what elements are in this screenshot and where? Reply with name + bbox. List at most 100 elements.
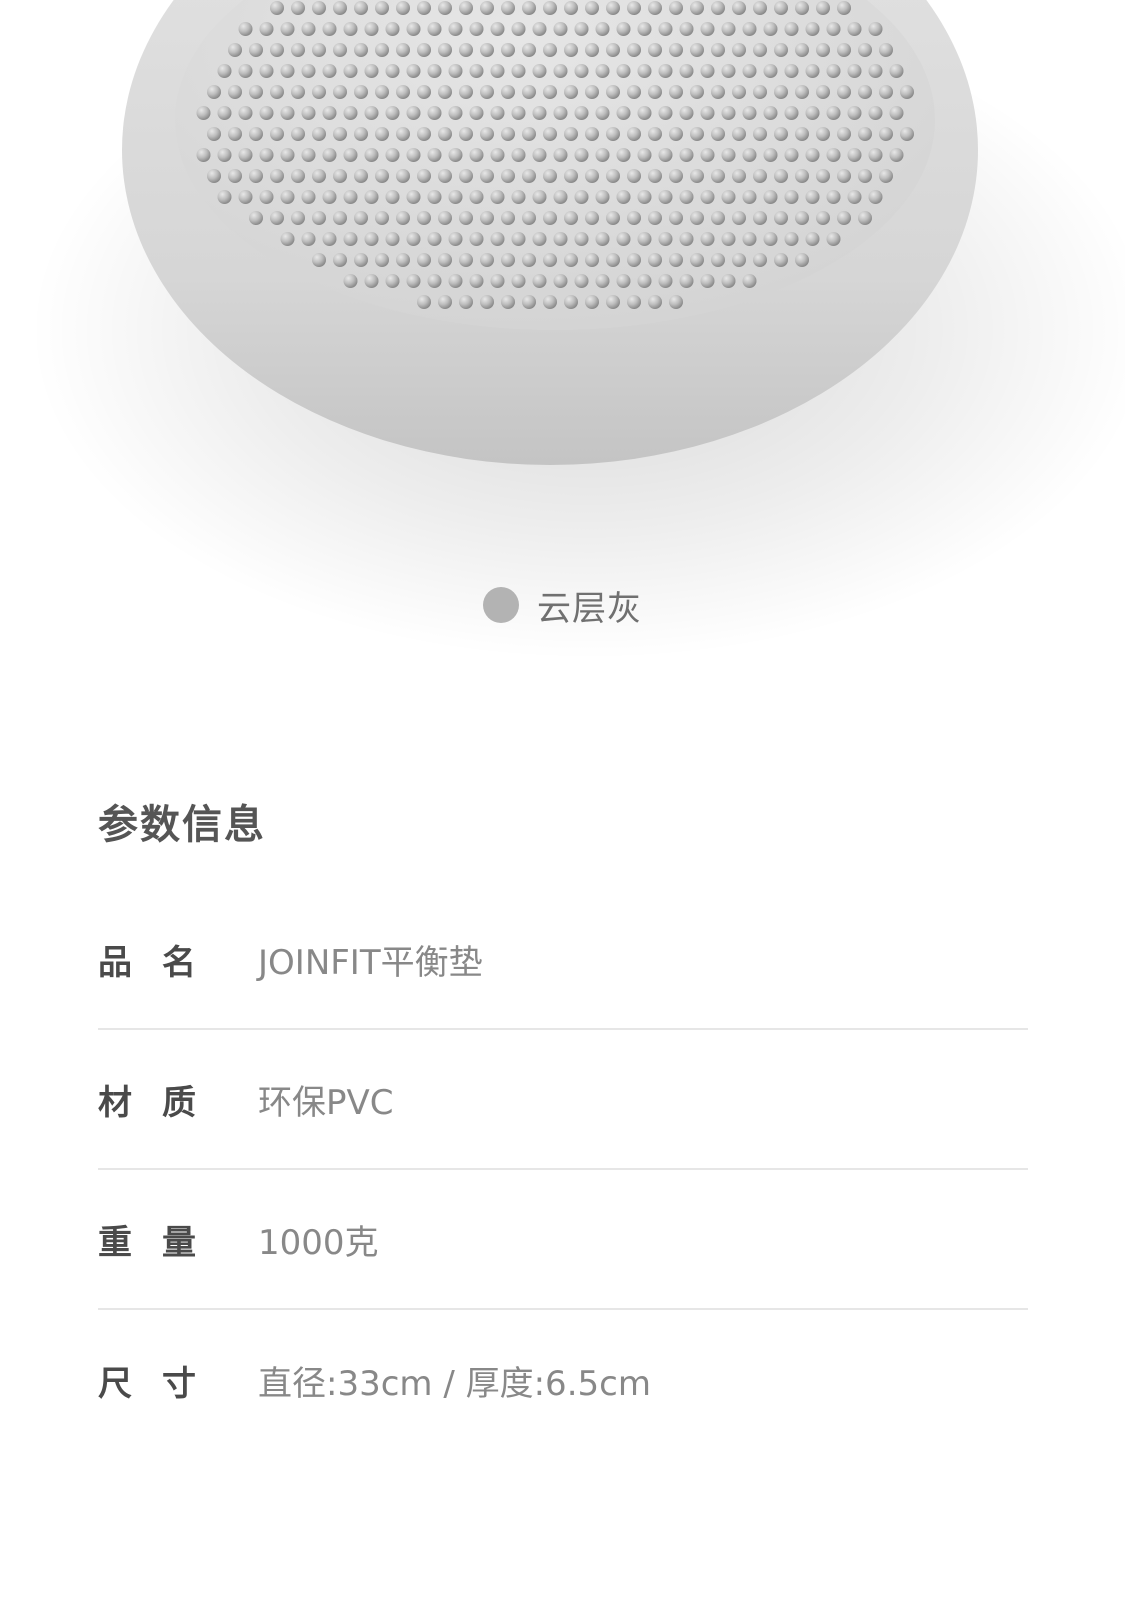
cushion-bump (238, 190, 253, 204)
cushion-bump (396, 1, 410, 15)
cushion-bump (564, 43, 578, 57)
cushion-bump (501, 169, 515, 183)
cushion-bump (480, 85, 494, 99)
cushion-bump (385, 274, 400, 288)
cushion-bump (627, 43, 641, 57)
cushion-bump (679, 64, 694, 78)
cushion-bump (511, 64, 526, 78)
cushion-bump (585, 253, 599, 267)
cushion-bump (627, 1, 641, 15)
cushion-bump (574, 274, 589, 288)
cushion-bump (658, 190, 673, 204)
cushion-bump (711, 127, 725, 141)
cushion-bump (585, 127, 599, 141)
cushion-bump (333, 211, 347, 225)
cushion-bump (784, 106, 799, 120)
spec-row-weight: 重量 1000克 (98, 1170, 1028, 1310)
cushion-bump (207, 85, 221, 99)
cushion-bump (669, 211, 683, 225)
cushion-bump (669, 43, 683, 57)
spec-row-name: 品名 JOINFIT平衡垫 (98, 890, 1028, 1030)
cushion-bump (774, 169, 788, 183)
cushion-bump (658, 148, 673, 162)
cushion-bump (417, 169, 431, 183)
cushion-bump (889, 64, 904, 78)
cushion-bump (490, 22, 505, 36)
cushion-bump (868, 22, 883, 36)
cushion-bump (543, 169, 557, 183)
cushion-bump (742, 106, 757, 120)
cushion-bump (847, 64, 862, 78)
color-option[interactable]: 云层灰 (0, 580, 1125, 630)
cushion-bump (396, 253, 410, 267)
cushion-bump (553, 22, 568, 36)
cushion-bump (585, 295, 599, 309)
cushion-bump (658, 232, 673, 246)
cushion-bump (354, 169, 368, 183)
cushion-bump (291, 85, 305, 99)
cushion-bump (816, 211, 830, 225)
cushion-bump (280, 232, 295, 246)
cushion-bump (333, 127, 347, 141)
cushion-bump (543, 211, 557, 225)
cushion-bump (417, 85, 431, 99)
cushion-bump (595, 274, 610, 288)
cushion-bump (574, 22, 589, 36)
cushion-bump (375, 169, 389, 183)
spec-value: JOINFIT平衡垫 (258, 942, 483, 983)
cushion-bump (616, 148, 631, 162)
cushion-bump (805, 22, 820, 36)
cushion-bump (564, 211, 578, 225)
cushion-bump (490, 106, 505, 120)
cushion-bump (228, 43, 242, 57)
cushion-bump (637, 106, 652, 120)
cushion-bump (595, 106, 610, 120)
cushion-bump (375, 85, 389, 99)
cushion-bump (270, 127, 284, 141)
cushion-bump (417, 43, 431, 57)
cushion-bump (354, 1, 368, 15)
cushion-bump (249, 211, 263, 225)
cushion-bump (826, 190, 841, 204)
cushion-bump (711, 43, 725, 57)
cushion-bump (270, 43, 284, 57)
cushion-bump (679, 274, 694, 288)
cushion-bump (280, 190, 295, 204)
cushion-bump (564, 85, 578, 99)
cushion-bump (396, 43, 410, 57)
cushion-bump (606, 85, 620, 99)
cushion-bump (301, 148, 316, 162)
cushion-bump (700, 22, 715, 36)
cushion-bump (228, 127, 242, 141)
cushion-bump (438, 127, 452, 141)
cushion-bump (805, 232, 820, 246)
cushion-bump (249, 85, 263, 99)
cushion-bump (459, 295, 473, 309)
cushion-bump (291, 127, 305, 141)
cushion-bump (396, 127, 410, 141)
cushion-bump (270, 169, 284, 183)
cushion-bump (459, 127, 473, 141)
cushion-bump (700, 232, 715, 246)
cushion-bump (333, 253, 347, 267)
cushion-bump (354, 127, 368, 141)
cushion-bump (616, 64, 631, 78)
cushion-bump (280, 148, 295, 162)
cushion-bump (417, 253, 431, 267)
cushion-bump (711, 169, 725, 183)
cushion-bump (270, 85, 284, 99)
cushion-bump (396, 169, 410, 183)
cushion-bump (753, 127, 767, 141)
cushion-bump (490, 190, 505, 204)
cushion-bump (816, 127, 830, 141)
cushion-bump (742, 274, 757, 288)
cushion-bump (784, 22, 799, 36)
cushion-bump (501, 295, 515, 309)
cushion-bump (616, 190, 631, 204)
cushion-bump (322, 148, 337, 162)
cushion-bump (259, 22, 274, 36)
cushion-bump (543, 127, 557, 141)
cushion-bump (207, 127, 221, 141)
cushion-bump (795, 211, 809, 225)
cushion-bump (868, 64, 883, 78)
